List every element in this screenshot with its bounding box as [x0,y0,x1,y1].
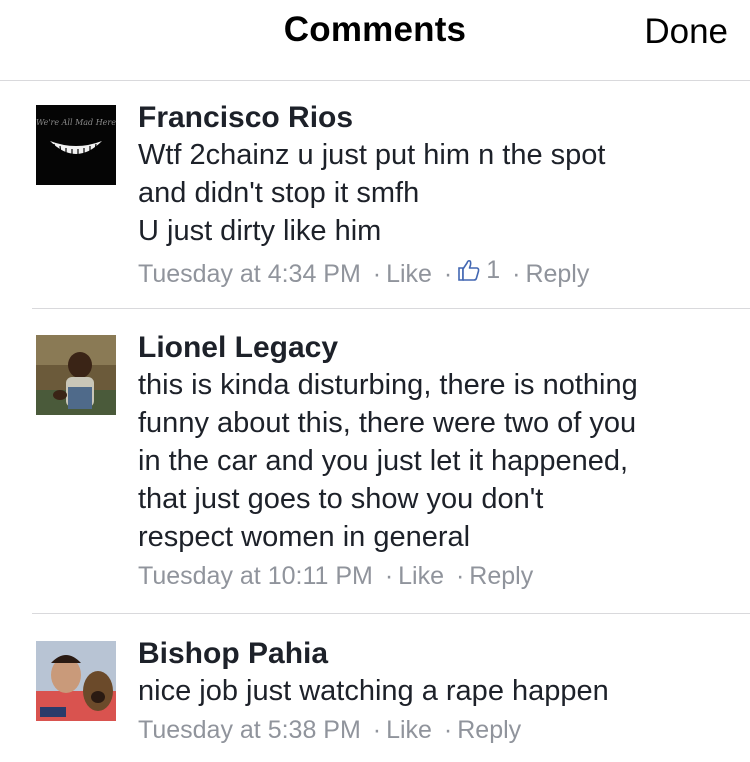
reply-button[interactable]: Reply [469,562,533,590]
avatar-image [36,335,116,415]
comment-timestamp: Tuesday at 4:34 PM [138,260,361,288]
avatar-image [36,641,116,721]
avatar[interactable] [36,641,116,721]
divider [32,613,750,614]
separator-dot: · [384,562,394,590]
separator-dot: · [455,562,465,590]
divider [32,308,750,309]
avatar[interactable]: We're All Mad Here [36,105,116,185]
done-button[interactable]: Done [644,12,728,52]
comment-meta: Tuesday at 5:38 PM · Like · Reply [138,712,730,748]
comment-timestamp: Tuesday at 10:11 PM [138,562,373,590]
comment-meta: Tuesday at 4:34 PM · Like · 1 · Reply [138,252,730,292]
separator-dot: · [443,716,453,744]
comment-body: Francisco Rios Wtf 2chainz u just put hi… [138,100,730,292]
like-button[interactable]: Like [386,260,432,288]
comment-timestamp: Tuesday at 5:38 PM [138,716,361,744]
avatar-image: We're All Mad Here [36,105,116,185]
comment-body: Lionel Legacy this is kinda disturbing, … [138,330,730,594]
comment-text: Wtf 2chainz u just put him n the spot an… [138,139,606,247]
like-button[interactable]: Like [386,716,432,744]
thumbs-up-icon [458,259,480,281]
comment-meta: Tuesday at 10:11 PM · Like · Reply [138,558,730,594]
like-button[interactable]: Like [398,562,444,590]
comment-author[interactable]: Lionel Legacy [138,330,730,366]
page-title: Comments [283,10,467,49]
reply-button[interactable]: Reply [457,716,521,744]
separator-dot: · [372,716,382,744]
comment-author[interactable]: Bishop Pahia [138,636,730,672]
comment-text: nice job just watching a rape happen [138,675,609,707]
comment-text: this is kinda disturbing, there is nothi… [138,369,638,553]
separator-dot: · [372,260,382,288]
separator-dot: · [512,260,521,288]
like-count[interactable]: 1 [457,252,500,288]
avatar-caption: We're All Mad Here [36,118,116,127]
avatar[interactable] [36,335,116,415]
reply-button[interactable]: Reply [525,260,589,288]
comment-body: Bishop Pahia nice job just watching a ra… [138,636,730,748]
separator-dot: · [443,260,453,288]
comment-author[interactable]: Francisco Rios [138,100,730,136]
navigation-bar: Comments Done [0,0,750,81]
like-count-value: 1 [486,256,501,284]
